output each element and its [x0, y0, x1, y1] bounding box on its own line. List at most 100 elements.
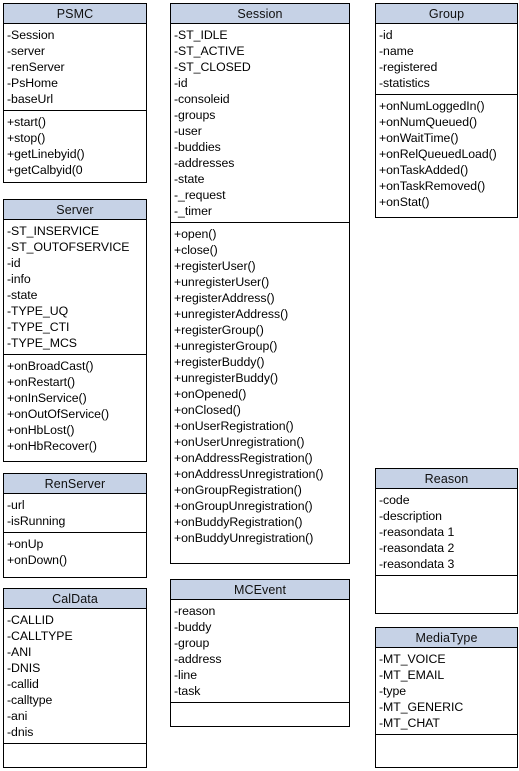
uml-attributes-compartment: -reason -buddy -group -address -line -task — [171, 600, 349, 703]
uml-attribute: -buddy — [174, 620, 212, 634]
uml-operation: +onBuddyRegistration() — [174, 515, 303, 529]
uml-operation: +registerAddress() — [174, 291, 275, 305]
uml-attribute: -ST_IDLE — [174, 28, 228, 42]
uml-class-name: PSMC — [4, 4, 146, 24]
uml-operation: +onHbRecover() — [7, 439, 97, 453]
uml-attribute: -baseUrl — [7, 92, 54, 106]
uml-operations-compartment: +start() +stop() +getLinebyid() +getCalbyid… — [4, 111, 146, 182]
uml-attribute: -CALLID — [7, 613, 54, 627]
uml-attribute: -TYPE_MCS — [7, 336, 77, 350]
uml-operation: +onRestart() — [7, 375, 76, 389]
uml-attribute: -PsHome — [7, 76, 58, 90]
uml-class-reason[interactable]: Reason -code -description -reasondata 1 -rea… — [375, 468, 518, 614]
uml-class-mediatype[interactable]: MediaType -MT_VOICE -MT_EMAIL -type -MT_GENE… — [375, 627, 518, 768]
uml-operation: +onAddressRegistration() — [174, 451, 313, 465]
uml-class-group[interactable]: Group -id -name -registered -statistics +onNu… — [375, 3, 518, 218]
uml-attribute: -DNIS — [7, 661, 41, 675]
uml-attribute: -ST_OUTOFSERVICE — [7, 240, 130, 254]
uml-attributes-compartment: -Session -server -renServer -PsHome -baseUrl — [4, 24, 146, 111]
uml-operation: +stop() — [7, 131, 46, 145]
uml-class-name: MediaType — [376, 628, 517, 648]
uml-attribute: -buddies — [174, 140, 221, 154]
uml-operation: +onTaskRemoved() — [379, 179, 486, 193]
uml-attribute: -isRunning — [7, 514, 66, 528]
uml-operation: +onTaskAdded() — [379, 163, 469, 177]
uml-attribute: -TYPE_CTI — [7, 320, 70, 334]
uml-attribute: -reasondata 1 — [379, 525, 455, 539]
uml-attribute: -state — [174, 172, 205, 186]
uml-class-name: Reason — [376, 469, 517, 489]
uml-attribute: -ani — [7, 709, 28, 723]
uml-attribute: -address — [174, 652, 222, 666]
uml-attribute: -CALLTYPE — [7, 629, 73, 643]
uml-attribute: -callid — [7, 677, 39, 691]
uml-operation: +getCalbyid(0 — [7, 163, 83, 177]
uml-attributes-compartment: -ST_IDLE -ST_ACTIVE -ST_CLOSED -id -consolei… — [171, 24, 349, 223]
uml-operation: +onGroupRegistration() — [174, 483, 302, 497]
uml-operation: +unregisterBuddy() — [174, 371, 279, 385]
uml-attribute: -consoleid — [174, 92, 230, 106]
uml-attribute: -ST_ACTIVE — [174, 44, 245, 58]
uml-class-name: MCEvent — [171, 580, 349, 600]
uml-operation: +onInService() — [7, 391, 87, 405]
uml-operation: +onUserRegistration() — [174, 419, 294, 433]
uml-class-psmc[interactable]: PSMC -Session -server -renServer -PsHome -bas… — [3, 3, 147, 183]
uml-attribute: -ANI — [7, 645, 32, 659]
uml-attribute: -code — [379, 493, 410, 507]
uml-attribute: -name — [379, 44, 414, 58]
uml-operations-compartment: +onNumLoggedIn() +onNumQueued() +onWaitTim… — [376, 95, 517, 217]
uml-operation: +onGroupUnregistration() — [174, 499, 313, 513]
uml-operation: +unregisterAddress() — [174, 307, 289, 321]
uml-operations-compartment — [376, 576, 517, 613]
uml-operation: +getLinebyid() — [7, 147, 85, 161]
uml-attribute: -MT_EMAIL — [379, 668, 445, 682]
uml-attribute: -info — [7, 272, 31, 286]
uml-operation: +onClosed() — [174, 403, 241, 417]
uml-attribute: -server — [7, 44, 45, 58]
uml-attribute: -_request — [174, 188, 226, 202]
uml-class-name: RenServer — [4, 474, 146, 494]
uml-operation: +unregisterUser() — [174, 275, 270, 289]
uml-operation: +onBroadCast() — [7, 359, 94, 373]
uml-operations-compartment — [376, 735, 517, 767]
uml-class-caldata[interactable]: CalData -CALLID -CALLTYPE -ANI -DNIS -callid -… — [3, 588, 147, 768]
uml-attribute: -task — [174, 684, 201, 698]
uml-attribute: -id — [379, 28, 393, 42]
uml-attribute: -dnis — [7, 725, 34, 739]
uml-operation: +onOpened() — [174, 387, 247, 401]
uml-attribute: -reason — [174, 604, 216, 618]
uml-operation: +onOutOfService() — [7, 407, 110, 421]
uml-operation: +onHbLost() — [7, 423, 75, 437]
uml-operation: +close() — [174, 243, 218, 257]
uml-operations-compartment: +onBroadCast() +onRestart() +onInService()… — [4, 355, 146, 461]
uml-operations-compartment — [171, 703, 349, 726]
uml-attributes-compartment: -url -isRunning — [4, 494, 146, 533]
uml-attribute: -reasondata 3 — [379, 557, 455, 571]
uml-attribute: -_timer — [174, 204, 212, 218]
uml-class-renserver[interactable]: RenServer -url -isRunning +onUp +onDown() — [3, 473, 147, 578]
uml-attribute: -description — [379, 509, 442, 523]
uml-operation: +registerGroup() — [174, 323, 264, 337]
uml-operation: +registerUser() — [174, 259, 256, 273]
uml-attributes-compartment: -ST_INSERVICE -ST_OUTOFSERVICE -id -info -st… — [4, 220, 146, 355]
uml-operation: +onAddressUnregistration() — [174, 467, 324, 481]
uml-attribute: -Session — [7, 28, 55, 42]
uml-attribute: -url — [7, 498, 25, 512]
uml-operation: +onDown() — [7, 553, 68, 567]
uml-operation: +onBuddyUnregistration() — [174, 531, 314, 545]
uml-attribute: -statistics — [379, 76, 430, 90]
uml-attribute: -group — [174, 636, 210, 650]
uml-operation: +onNumLoggedIn() — [379, 99, 485, 113]
uml-attribute: -id — [174, 76, 188, 90]
uml-attribute: -reasondata 2 — [379, 541, 455, 555]
uml-operations-compartment: +onUp +onDown() — [4, 533, 146, 577]
uml-class-server[interactable]: Server -ST_INSERVICE -ST_OUTOFSERVICE -id -i… — [3, 199, 147, 462]
uml-class-name: Server — [4, 200, 146, 220]
uml-class-mcevent[interactable]: MCEvent -reason -buddy -group -address -line -… — [170, 579, 350, 727]
uml-attribute: -MT_GENERIC — [379, 700, 464, 714]
uml-operation: +onUp — [7, 537, 44, 551]
uml-operation: +registerBuddy() — [174, 355, 265, 369]
uml-class-session[interactable]: Session -ST_IDLE -ST_ACTIVE -ST_CLOSED -id -c… — [170, 3, 350, 564]
uml-operation: +onWaitTime() — [379, 131, 459, 145]
uml-attribute: -id — [7, 256, 21, 270]
